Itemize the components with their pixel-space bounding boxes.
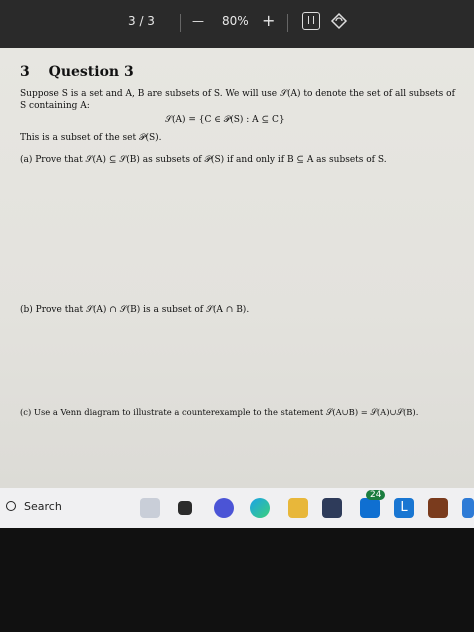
part-b: (b) Prove that 𝒮(A) ∩ 𝒮(B) is a subset o…: [20, 305, 250, 315]
taskbar-search[interactable]: Search: [6, 500, 62, 513]
game-app-icon[interactable]: [428, 498, 448, 518]
zoom-in-button[interactable]: +: [262, 11, 275, 30]
app-icon-partial[interactable]: [462, 498, 474, 518]
search-icon: [6, 501, 16, 511]
fit-page-icon[interactable]: [302, 12, 320, 30]
store-icon[interactable]: [322, 498, 342, 518]
notification-badge: 24: [366, 490, 386, 500]
subset-note: This is a subset of the set 𝒫(S).: [20, 133, 162, 143]
taskbar: Search 24 L: [0, 488, 474, 528]
file-explorer-icon[interactable]: [288, 498, 308, 518]
toolbar-divider: [287, 14, 288, 32]
search-label: Search: [24, 500, 62, 513]
task-view-icon[interactable]: [178, 501, 192, 515]
pdf-toolbar: 3 / 3 — 80% +: [0, 0, 474, 48]
rotate-icon[interactable]: [330, 12, 348, 30]
widgets-icon[interactable]: [140, 498, 160, 518]
toolbar-divider: [180, 14, 181, 32]
section-number: 3: [20, 64, 30, 80]
zoom-level: 80%: [222, 14, 249, 28]
document-page: 3 Question 3 Suppose S is a set and A, B…: [0, 48, 474, 488]
part-c: (c) Use a Venn diagram to illustrate a c…: [20, 407, 419, 417]
app-l-icon[interactable]: L: [394, 498, 414, 518]
page-indicator: 3 / 3: [128, 14, 155, 28]
monitor-bezel: [0, 528, 474, 632]
definition-formula: 𝒮(A) = {C ∈ 𝒫(S) : A ⊆ C}: [165, 115, 285, 125]
edge-browser-icon[interactable]: [250, 498, 270, 518]
part-a: (a) Prove that 𝒮(A) ⊆ 𝒮(B) as subsets of…: [20, 155, 387, 165]
section-title: Question 3: [48, 64, 134, 80]
chat-icon[interactable]: [214, 498, 234, 518]
intro-line-1: Suppose S is a set and A, B are subsets …: [20, 89, 455, 99]
intro-line-2: S containing A:: [20, 101, 90, 111]
mail-icon[interactable]: [360, 498, 380, 518]
question-heading: 3 Question 3: [20, 64, 134, 80]
zoom-out-button[interactable]: —: [192, 14, 204, 28]
